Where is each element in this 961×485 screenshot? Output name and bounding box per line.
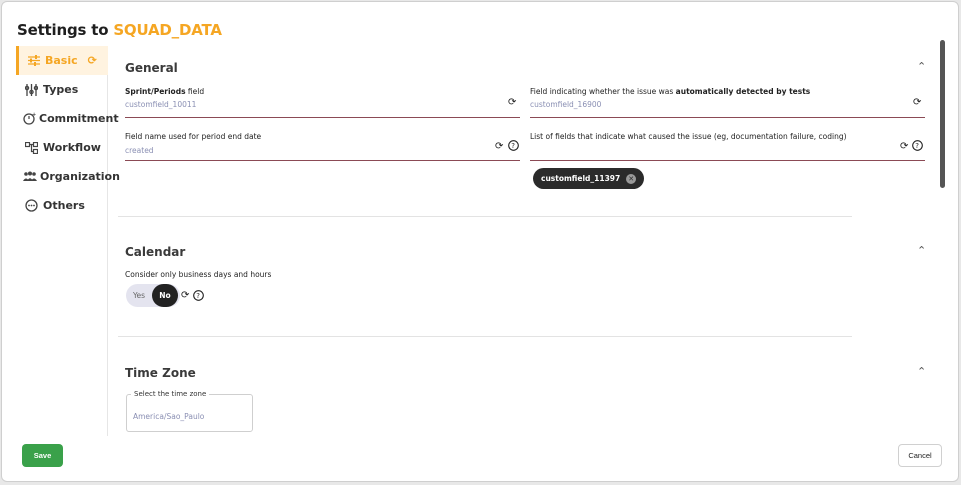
autodetect-field-label: Field indicating whether the issue was a…	[530, 87, 810, 96]
chip-label: customfield_11397	[541, 174, 621, 183]
section-title-timezone: Time Zone	[125, 366, 196, 380]
reset-icon[interactable]: ⟳	[181, 290, 189, 301]
sidebar-item-label: Basic	[45, 54, 78, 67]
reset-icon[interactable]: ⟳	[508, 97, 516, 108]
sidebar-item-organization[interactable]: Organization	[16, 162, 120, 191]
chevron-up-icon[interactable]: ⌃	[917, 244, 926, 257]
help-icon[interactable]: ?	[193, 290, 204, 304]
cause-field-chip[interactable]: customfield_11397 ✕	[533, 168, 645, 189]
autodetect-field-input[interactable]: customfield_16900	[530, 100, 601, 109]
dialog-title: Settings to SQUAD_DATA	[17, 21, 222, 39]
sidebar-item-label: Types	[43, 83, 79, 96]
save-button[interactable]: Save	[22, 444, 63, 467]
help-icon[interactable]: ?	[508, 140, 519, 154]
sidebar-item-commitment[interactable]: + Commitment	[16, 104, 119, 133]
close-icon[interactable]: ✕	[626, 173, 637, 184]
types-icon	[23, 83, 40, 96]
sprint-field-input[interactable]: customfield_10011	[125, 100, 196, 109]
section-title-general: General	[125, 61, 178, 75]
reset-icon[interactable]: ⟳	[88, 54, 97, 67]
sidebar-item-label: Organization	[40, 170, 120, 183]
toggle-yes[interactable]: Yes	[126, 291, 152, 300]
period-end-label: Field name used for period end date	[125, 132, 262, 141]
cause-fields-underline	[530, 160, 925, 161]
reset-icon[interactable]: ⟳	[900, 141, 908, 152]
sprint-field-label: Sprint/Periods field	[125, 87, 204, 96]
section-title-calendar: Calendar	[125, 245, 186, 259]
svg-text:?: ?	[196, 292, 200, 300]
sprint-label-rest: field	[185, 87, 205, 96]
reset-icon[interactable]: ⟳	[913, 97, 921, 108]
section-divider	[118, 216, 852, 217]
settings-dialog: Settings to SQUAD_DATA Basic ⟳ Types + C…	[1, 1, 959, 482]
title-prefix: Settings to	[17, 21, 114, 39]
timezone-select[interactable]: Select the time zone America/Sao_Paulo	[126, 390, 253, 432]
sliders-icon	[25, 55, 42, 66]
timezone-value: America/Sao_Paulo	[133, 412, 205, 421]
sidebar: Basic ⟳ Types + Commitment Workflow Orga…	[16, 46, 120, 436]
sidebar-item-workflow[interactable]: Workflow	[16, 133, 107, 162]
toggle-no[interactable]: No	[152, 284, 178, 307]
sprint-field-underline	[125, 117, 520, 118]
reset-icon[interactable]: ⟳	[495, 141, 503, 152]
autodetect-label-bold: automatically detected by tests	[675, 87, 811, 96]
cause-fields-label: List of fields that indicate what caused…	[530, 132, 847, 141]
sidebar-item-label: Workflow	[43, 141, 101, 154]
svg-text:?: ?	[511, 142, 515, 150]
timezone-select-label: Select the time zone	[131, 390, 210, 398]
sidebar-item-basic[interactable]: Basic ⟳	[16, 46, 108, 75]
help-icon[interactable]: ?	[912, 140, 923, 154]
svg-text:+: +	[32, 112, 36, 118]
business-days-label: Consider only business days and hours	[125, 270, 272, 279]
organization-icon	[23, 171, 37, 182]
sidebar-item-label: Others	[43, 199, 85, 212]
title-accent: SQUAD_DATA	[113, 21, 222, 39]
business-days-toggle[interactable]: Yes No	[126, 284, 180, 307]
sidebar-item-types[interactable]: Types	[16, 75, 107, 104]
period-end-underline	[125, 160, 520, 161]
sidebar-item-label: Commitment	[39, 112, 119, 125]
sidebar-item-others[interactable]: Others	[16, 191, 107, 220]
autodetect-label-pre: Field indicating whether the issue was	[530, 87, 676, 96]
autodetect-field-underline	[530, 117, 925, 118]
period-end-input[interactable]: created	[125, 146, 154, 155]
content-scrollbar[interactable]	[940, 40, 945, 188]
svg-text:?: ?	[915, 142, 919, 150]
section-divider	[118, 336, 852, 337]
chevron-up-icon[interactable]: ⌃	[917, 60, 926, 73]
cancel-button[interactable]: Cancel	[898, 444, 942, 467]
more-icon	[23, 199, 40, 212]
sprint-label-bold: Sprint/Periods	[125, 87, 186, 96]
chevron-up-icon[interactable]: ⌃	[917, 365, 926, 378]
workflow-icon	[23, 141, 40, 154]
commitment-icon: +	[23, 112, 36, 125]
